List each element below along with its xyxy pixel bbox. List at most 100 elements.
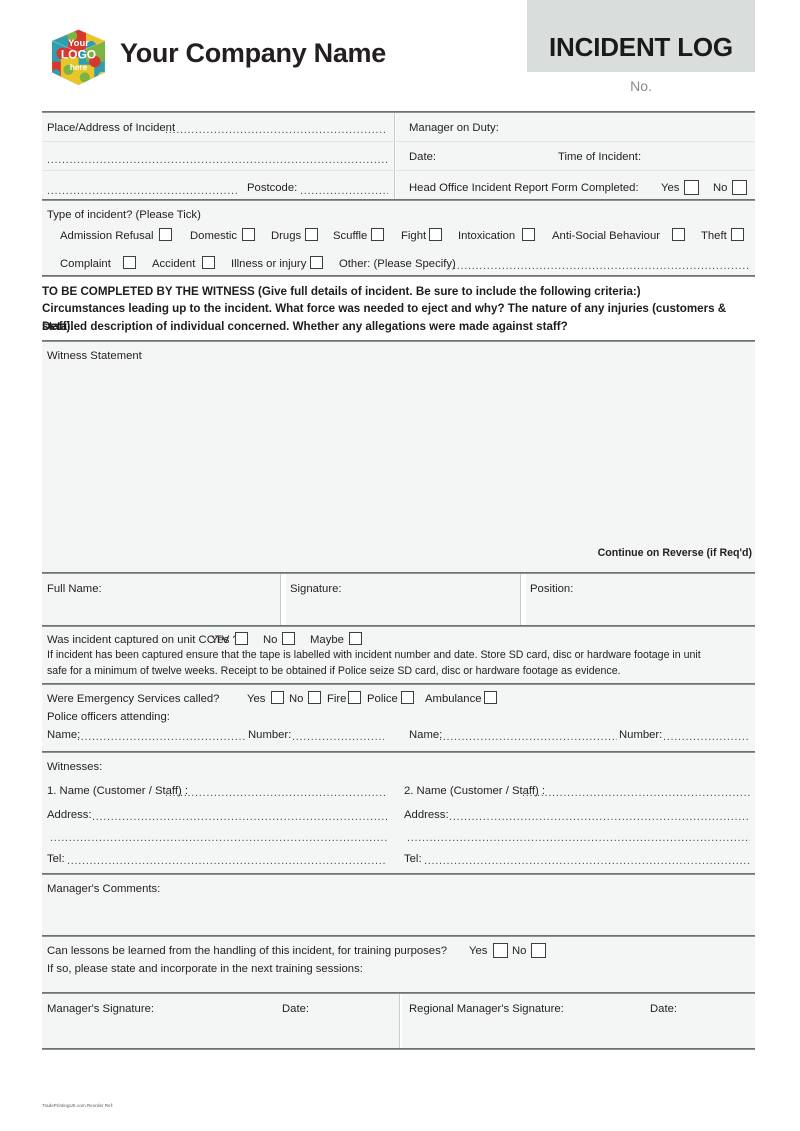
form-body: Place/Address of Incident ..............… [42, 111, 755, 1050]
police-number-2-input[interactable]: ........................................… [663, 731, 750, 743]
cctv-yes-checkbox[interactable] [235, 632, 248, 645]
witness-2-address-input[interactable]: ........................................… [449, 811, 750, 823]
signature-label: Signature: [290, 583, 342, 595]
emergency-no-checkbox[interactable] [308, 691, 321, 704]
incident-type-checkbox-5[interactable] [522, 228, 535, 241]
emergency-yes-label: Yes [247, 693, 266, 705]
address-line2-row: ........................................… [42, 142, 755, 170]
emergency-police-checkbox[interactable] [401, 691, 414, 704]
incident-type-checkbox-8[interactable] [123, 256, 136, 269]
continue-on-reverse-note: Continue on Reverse (if Req'd) [597, 547, 752, 559]
witness-2-tel-input[interactable]: ........................................… [424, 855, 750, 867]
column-divider [280, 574, 286, 625]
company-logo-icon: Your LOGO here [51, 29, 106, 85]
divider [42, 1048, 755, 1050]
witnesses-section: Witnesses: 1. Name (Customer / Staff) : … [42, 753, 755, 873]
lessons-yes-label: Yes [469, 945, 488, 957]
reorder-reference: TradePrintingUK.com Reorder Ref: [42, 1103, 114, 1108]
incident-type-checkbox-4[interactable] [429, 228, 442, 241]
police-attending-label: Police officers attending: [47, 711, 170, 723]
emergency-yes-checkbox[interactable] [271, 691, 284, 704]
full-name-label: Full Name: [47, 583, 102, 595]
incident-type-checkbox-2[interactable] [305, 228, 318, 241]
head-office-no-checkbox[interactable] [732, 180, 747, 195]
witness-1-name-input[interactable]: ........................................… [165, 787, 387, 799]
regional-manager-date-label: Date: [650, 1003, 678, 1015]
position-label: Position: [530, 583, 574, 595]
cctv-no-checkbox[interactable] [282, 632, 295, 645]
incident-type-label-5: Intoxication [458, 230, 516, 242]
other-specify-input[interactable]: ........................................… [453, 260, 750, 272]
head-office-yes-checkbox[interactable] [684, 180, 699, 195]
place-address-row: Place/Address of Incident ..............… [42, 113, 755, 141]
incident-type-checkbox-7[interactable] [731, 228, 744, 241]
head-office-yes-label: Yes [661, 182, 680, 194]
date-label: Date: [409, 151, 437, 163]
incident-type-label-0: Admission Refusal [60, 230, 154, 242]
incident-type-checkbox-0[interactable] [159, 228, 172, 241]
police-number-1-input[interactable]: ........................................… [292, 731, 384, 743]
witness-2-address-line2-input[interactable]: ........................................… [407, 832, 750, 844]
cctv-note-line-1: If incident has been captured ensure tha… [47, 649, 701, 661]
witness-instruction-line-3: Detailed description of individual conce… [42, 320, 568, 333]
cctv-maybe-label: Maybe [310, 634, 344, 646]
incident-type-label-3: Scuffle [333, 230, 368, 242]
witness-1-address-label: Address: [47, 809, 92, 821]
incident-type-label-1: Domestic [190, 230, 238, 242]
cctv-maybe-checkbox[interactable] [349, 632, 362, 645]
manager-signature-label: Manager's Signature: [47, 1003, 155, 1015]
emergency-fire-checkbox[interactable] [348, 691, 361, 704]
incident-type-checkbox-10[interactable] [310, 256, 323, 269]
manager-on-duty-label: Manager on Duty: [409, 122, 499, 134]
manager-comments-box[interactable]: Manager's Comments: [42, 875, 755, 935]
incident-type-checkbox-6[interactable] [672, 228, 685, 241]
time-of-incident-label: Time of Incident: [558, 151, 642, 163]
cctv-no-label: No [263, 634, 278, 646]
emergency-services-section: Were Emergency Services called? Yes No F… [42, 685, 755, 751]
column-divider [394, 113, 396, 141]
head-office-label: Head Office Incident Report Form Complet… [409, 182, 639, 194]
witness-2-name-input[interactable]: ........................................… [522, 787, 750, 799]
address-line3-input[interactable]: ........................................… [47, 185, 237, 197]
incident-type-section: Type of incident? (Please Tick) Admissio… [42, 201, 755, 275]
emergency-ambulance-checkbox[interactable] [484, 691, 497, 704]
column-divider [399, 994, 402, 1048]
lessons-yes-checkbox[interactable] [493, 943, 508, 958]
place-address-input[interactable]: ........................................… [165, 124, 387, 136]
witness-1-address-line2-input[interactable]: ........................................… [50, 832, 387, 844]
witness-1-tel-input[interactable]: ........................................… [67, 855, 387, 867]
incident-type-label-2: Drugs [271, 230, 302, 242]
company-name: Your Company Name [120, 38, 386, 68]
police-name-2-input[interactable]: ........................................… [439, 731, 617, 743]
lessons-learned-question: Can lessons be learned from the handling… [47, 945, 448, 957]
witness-2-address-label: Address: [404, 809, 449, 821]
cctv-section: Was incident captured on unit CCTV ? Yes… [42, 627, 755, 683]
witness-1-tel-label: Tel: [47, 853, 65, 865]
witness-instructions: TO BE COMPLETED BY THE WITNESS (Give ful… [42, 277, 755, 340]
emergency-no-label: No [289, 693, 304, 705]
incident-type-checkbox-9[interactable] [202, 256, 215, 269]
incident-type-checkbox-1[interactable] [242, 228, 255, 241]
emergency-services-question: Were Emergency Services called? [47, 693, 220, 705]
incident-type-label-7: Theft [701, 230, 727, 242]
column-divider [394, 142, 396, 170]
final-signoff-row: Manager's Signature: Date: Regional Mana… [42, 994, 755, 1048]
document-title-box: INCIDENT LOG [527, 0, 755, 72]
police-number-1-label: Number: [248, 729, 292, 741]
witness-1-address-input[interactable]: ........................................… [92, 811, 387, 823]
emergency-police-label: Police [367, 693, 398, 705]
postcode-label: Postcode: [247, 182, 298, 194]
column-divider [520, 574, 526, 625]
lessons-no-checkbox[interactable] [531, 943, 546, 958]
incident-type-checkbox-3[interactable] [371, 228, 384, 241]
incident-type-label-10: Illness or injury [231, 258, 307, 270]
incident-type-label-4: Fight [401, 230, 427, 242]
incident-log-form-page: Your LOGO here Your Company Name INCIDEN… [0, 0, 800, 1131]
witness-statement-box[interactable]: Witness Statement Continue on Reverse (i… [42, 342, 755, 572]
address-line2-input[interactable]: ........................................… [47, 154, 387, 166]
incident-number-label: No. [630, 78, 652, 94]
emergency-ambulance-label: Ambulance [425, 693, 482, 705]
place-address-label: Place/Address of Incident [47, 122, 176, 134]
police-name-1-input[interactable]: ........................................… [77, 731, 246, 743]
postcode-input[interactable]: ........................................… [300, 185, 388, 197]
